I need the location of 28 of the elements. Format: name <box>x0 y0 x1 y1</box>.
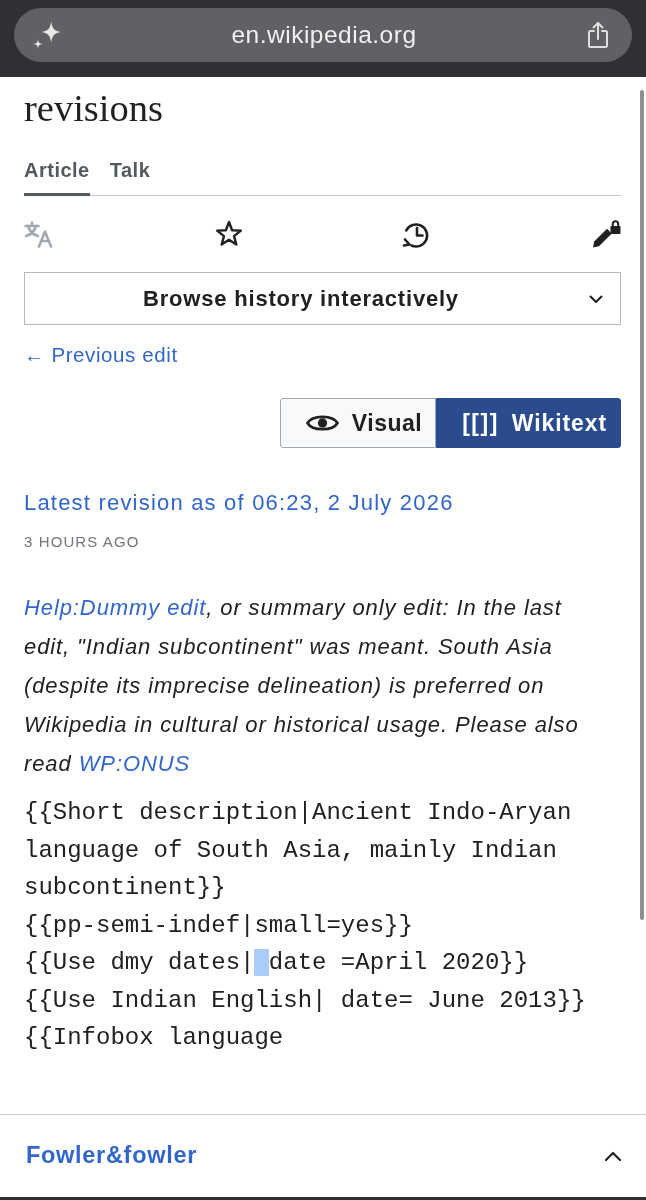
summary-link[interactable]: WP:ONUS <box>78 751 191 776</box>
revision-timestamp-link[interactable]: Latest revision as of 06:23, 2 July 2026 <box>24 490 454 516</box>
tab[interactable]: Article <box>24 158 90 196</box>
caret-icon <box>589 295 603 304</box>
wikitext-line: {{Use dmy dates| date =April 2020}} <box>24 948 530 978</box>
wikitext-line: {{Use Indian English| date= June 2013}} <box>24 985 587 1016</box>
sparkle-icon[interactable] <box>32 20 62 50</box>
edit-summary: Help:Dummy edit, or summary only edit: In the last edit, "Indian subcontinent" was meant. South Asia (despite its imprecise delineation) is preferred on Wikipedia in cultural or historical usage. Please also read WP:ONUS <box>24 594 580 778</box>
view-toggle-button[interactable]: [[]] Wikitext <box>436 398 621 448</box>
share-icon[interactable] <box>586 20 610 50</box>
author-link[interactable]: Fowler&fowler <box>26 1138 197 1174</box>
tab[interactable]: Talk <box>109 158 151 196</box>
wikitext-line: {{Infobox language <box>24 1023 285 1053</box>
address-bar[interactable]: en.wikipedia.org <box>14 8 632 62</box>
scrollbar[interactable] <box>640 90 644 920</box>
wikitext-line: {{Short description|Ancient Indo-Aryan language of South Asia, mainly Indian subcontinent}} <box>24 798 573 903</box>
chevron-up-icon[interactable] <box>604 1150 622 1162</box>
star-icon[interactable] <box>214 220 243 248</box>
revision-age: 3 HOURS AGO <box>24 532 141 552</box>
eye-icon <box>305 412 339 434</box>
view-toggle-button[interactable]: Visual <box>279 398 437 448</box>
history-dropdown[interactable]: Browse history interactively <box>24 272 621 325</box>
summary-link[interactable]: Help:Dummy edit <box>24 595 207 620</box>
brackets-icon: [[]] <box>462 405 499 441</box>
pencil-lock-icon[interactable] <box>590 219 621 249</box>
wikitext-line: {{pp-semi-indef|small=yes}} <box>24 910 414 941</box>
page-title: revisions <box>24 87 165 130</box>
previous-edit-link[interactable]: ← Previous edit <box>24 343 178 367</box>
